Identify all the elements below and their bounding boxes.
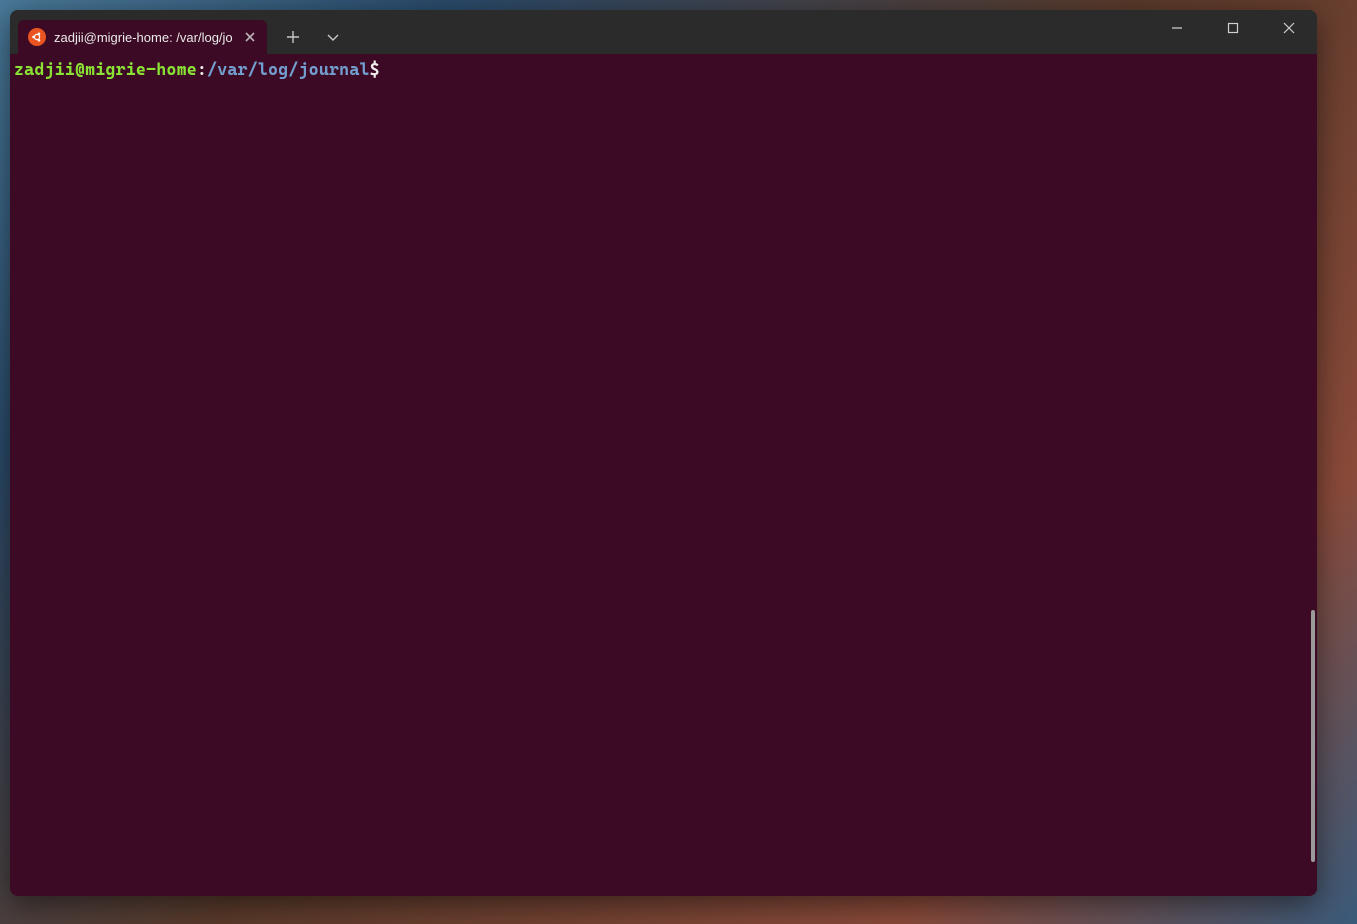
prompt-separator: : — [197, 59, 207, 79]
prompt-path: /var/log/journal — [207, 59, 370, 79]
ubuntu-logo-icon — [28, 28, 46, 46]
minimize-button[interactable] — [1149, 10, 1205, 46]
prompt-user-host: zadjii@migrie-home — [14, 59, 197, 79]
tab-actions — [275, 10, 351, 54]
tab-active[interactable]: zadjii@migrie-home: /var/log/jo — [18, 20, 267, 54]
terminal-body[interactable]: zadjii@migrie-home:/var/log/journal$ — [10, 54, 1317, 896]
title-bar[interactable]: zadjii@migrie-home: /var/log/jo — [10, 10, 1317, 54]
window-controls — [1149, 10, 1317, 46]
tab-close-button[interactable] — [241, 28, 259, 46]
prompt-symbol: $ — [370, 59, 380, 79]
tab-dropdown-button[interactable] — [315, 20, 351, 54]
terminal-window: zadjii@migrie-home: /var/log/jo — [10, 10, 1317, 896]
scrollbar-track[interactable] — [1306, 54, 1316, 896]
tabs-area: zadjii@migrie-home: /var/log/jo — [10, 10, 267, 54]
maximize-button[interactable] — [1205, 10, 1261, 46]
cursor-icon — [380, 58, 390, 77]
close-window-button[interactable] — [1261, 10, 1317, 46]
new-tab-button[interactable] — [275, 20, 311, 54]
prompt-line: zadjii@migrie-home:/var/log/journal$ — [14, 58, 1313, 80]
scrollbar-thumb[interactable] — [1311, 610, 1315, 863]
tab-title: zadjii@migrie-home: /var/log/jo — [54, 30, 233, 45]
